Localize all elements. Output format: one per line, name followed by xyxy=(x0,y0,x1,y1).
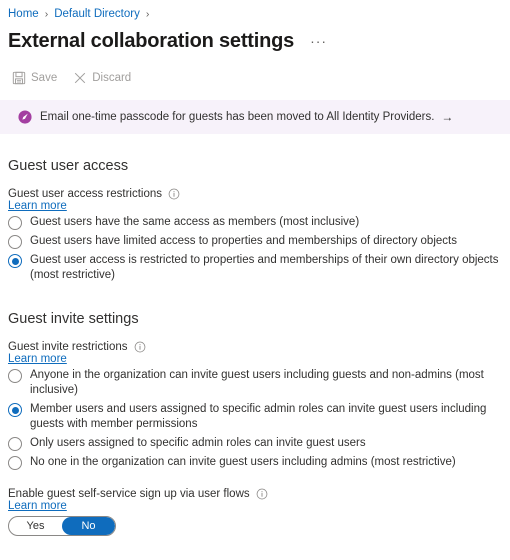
page-title-row: External collaboration settings ··· xyxy=(0,22,510,56)
radio-option-limited-access[interactable]: Guest users have limited access to prope… xyxy=(8,234,502,249)
radio-option-label: Guest users have limited access to prope… xyxy=(30,235,457,247)
info-icon[interactable] xyxy=(256,488,268,500)
arrow-right-icon[interactable]: → xyxy=(441,110,453,124)
radio-mark-icon xyxy=(8,403,22,417)
info-icon[interactable] xyxy=(168,188,180,200)
breadcrumb-separator-icon: › xyxy=(145,8,150,20)
learn-more-link-guest-user-access[interactable]: Learn more xyxy=(8,200,67,212)
radio-option-no-one-can-invite[interactable]: No one in the organization can invite gu… xyxy=(8,455,502,470)
field-label-guest-user-access-restrictions: Guest user access restrictions xyxy=(8,188,502,200)
radio-option-restricted-own-objects[interactable]: Guest user access is restricted to prope… xyxy=(8,253,502,283)
radio-group-guest-user-access: Guest users have the same access as memb… xyxy=(8,215,502,283)
notification-banner[interactable]: Email one-time passcode for guests has b… xyxy=(0,100,510,134)
learn-more-link-guest-invite[interactable]: Learn more xyxy=(8,353,67,365)
megaphone-icon xyxy=(18,110,32,124)
discard-button[interactable]: Discard xyxy=(69,68,139,88)
radio-mark-icon xyxy=(8,254,22,268)
notification-banner-text: Email one-time passcode for guests has b… xyxy=(40,111,435,123)
save-button-label: Save xyxy=(31,72,58,84)
radio-mark-icon xyxy=(8,437,22,451)
page-title: External collaboration settings xyxy=(8,29,295,52)
breadcrumb-item-home[interactable]: Home xyxy=(8,8,39,20)
save-button[interactable]: Save xyxy=(8,68,65,88)
radio-option-label: Only users assigned to specific admin ro… xyxy=(30,437,366,449)
field-label-text: Guest invite restrictions xyxy=(8,341,128,353)
field-label-text: Guest user access restrictions xyxy=(8,188,163,200)
breadcrumb-separator-icon: › xyxy=(44,8,49,20)
radio-mark-icon xyxy=(8,216,22,230)
toggle-option-yes[interactable]: Yes xyxy=(9,517,62,535)
breadcrumb: Home › Default Directory › xyxy=(0,0,510,22)
section-heading-guest-invite-settings: Guest invite settings xyxy=(8,311,139,327)
radio-option-label: Guest users have the same access as memb… xyxy=(30,216,360,228)
radio-option-label: Member users and users assigned to speci… xyxy=(30,403,487,430)
toggle-option-no[interactable]: No xyxy=(62,517,115,535)
radio-option-anyone-can-invite[interactable]: Anyone in the organization can invite gu… xyxy=(8,368,502,398)
self-service-signup-toggle[interactable]: Yes No xyxy=(8,516,116,536)
command-bar: Save Discard xyxy=(0,66,510,90)
radio-mark-icon xyxy=(8,235,22,249)
learn-more-link-self-service[interactable]: Learn more xyxy=(8,500,67,512)
radio-option-label: No one in the organization can invite gu… xyxy=(30,456,456,468)
radio-option-same-access-as-members[interactable]: Guest users have the same access as memb… xyxy=(8,215,502,230)
discard-button-label: Discard xyxy=(92,72,132,84)
radio-mark-icon xyxy=(8,456,22,470)
info-icon[interactable] xyxy=(134,341,146,353)
save-icon xyxy=(12,71,26,85)
close-icon xyxy=(73,71,87,85)
field-label-text: Enable guest self-service sign up via us… xyxy=(8,488,250,500)
section-heading-guest-user-access: Guest user access xyxy=(8,158,129,174)
radio-group-guest-invite-restrictions: Anyone in the organization can invite gu… xyxy=(8,368,502,470)
more-options-icon[interactable]: ··· xyxy=(306,34,331,48)
field-label-enable-guest-self-service: Enable guest self-service sign up via us… xyxy=(8,488,502,500)
radio-option-label: Guest user access is restricted to prope… xyxy=(30,254,499,281)
breadcrumb-item-default-directory[interactable]: Default Directory xyxy=(54,8,140,20)
radio-option-only-admin-roles-can-invite[interactable]: Only users assigned to specific admin ro… xyxy=(8,436,502,451)
radio-mark-icon xyxy=(8,369,22,383)
field-label-guest-invite-restrictions: Guest invite restrictions xyxy=(8,341,502,353)
radio-option-member-users-can-invite[interactable]: Member users and users assigned to speci… xyxy=(8,402,502,432)
radio-option-label: Anyone in the organization can invite gu… xyxy=(30,369,484,396)
